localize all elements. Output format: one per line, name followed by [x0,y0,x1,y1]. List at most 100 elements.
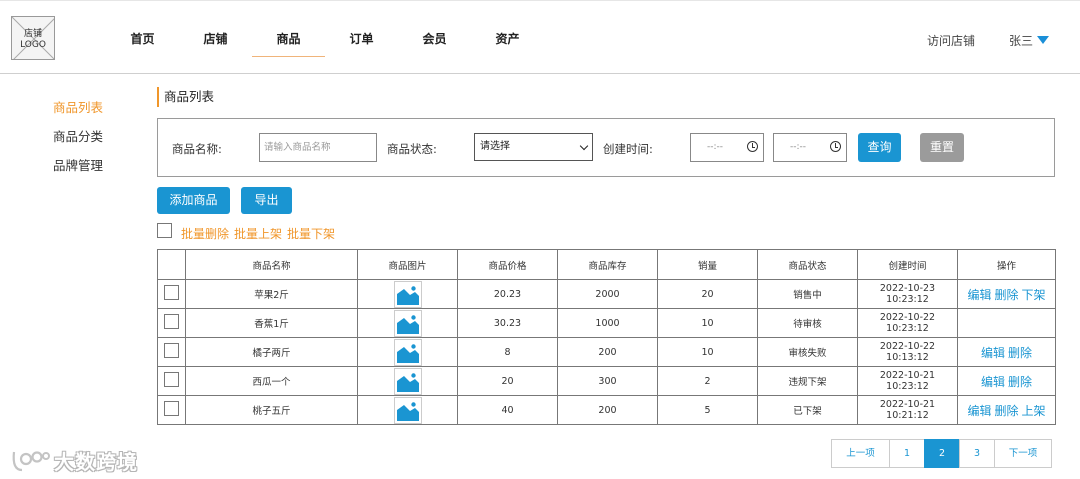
page-button-current[interactable]: 2 [924,439,960,468]
export-button[interactable]: 导出 [241,187,292,214]
sales-cell: 20 [657,279,758,309]
nav-item-home[interactable]: 首页 [106,25,179,57]
image-placeholder-icon [395,369,420,393]
clock-icon[interactable] [830,141,841,152]
row-action-link[interactable]: 删除 [994,288,1018,302]
row-checkbox[interactable] [164,401,179,416]
price-cell: 30.23 [457,308,558,338]
sales-cell: 5 [657,395,758,425]
batch-delete-link[interactable]: 批量删除 [181,225,229,242]
row-action-link[interactable]: 编辑 [967,404,991,418]
product-status-label: 商品状态: [387,142,437,156]
nav-item-products[interactable]: 商品 [252,25,325,57]
main-nav: 首页 店铺 商品 订单 会员 资产 [106,25,544,57]
stock-cell: 2000 [557,279,658,309]
sidebar-item-product-list[interactable]: 商品列表 [53,97,103,126]
filter-panel: 商品名称: 请输入商品名称 商品状态: 请选择 创建时间: --:-- --:-… [157,118,1055,177]
price-cell: 20.23 [457,279,558,309]
logo-text-line2: LOGO [20,40,46,50]
created-time-cell: 2022-10-23 10:23:12 [857,279,958,309]
row-checkbox[interactable] [164,314,179,329]
created-time-label: 创建时间: [603,142,653,156]
query-button[interactable]: 查询 [858,133,901,162]
page-button[interactable]: 3 [959,439,995,468]
product-image-cell [357,279,458,309]
row-checkbox[interactable] [164,372,179,387]
price-cell: 8 [457,337,558,367]
nav-item-members[interactable]: 会员 [398,25,471,57]
store-logo: 店铺 LOGO [11,16,55,60]
table-header-row: 商品名称 商品图片 商品价格 商品库存 销量 商品状态 创建时间 操作 [157,249,1056,280]
created-time-cell: 2022-10-22 10:13:12 [857,337,958,367]
username: 张三 [1009,34,1034,48]
product-name-cell: 桃子五斤 [185,395,358,425]
product-name-cell: 苹果2斤 [185,279,358,309]
add-product-button[interactable]: 添加商品 [157,187,230,214]
nav-item-assets[interactable]: 资产 [471,25,544,57]
product-name-cell: 西瓜一个 [185,366,358,396]
image-placeholder-icon [395,282,420,306]
table-header-select [157,249,186,280]
row-action-link[interactable]: 删除 [1008,346,1032,360]
row-action-link[interactable]: 删除 [1008,375,1032,389]
row-action-link[interactable]: 编辑 [981,346,1005,360]
row-select-cell [157,308,186,338]
row-checkbox[interactable] [164,285,179,300]
product-status-selected: 请选择 [480,141,510,152]
created-time-cell: 2022-10-21 10:23:12 [857,366,958,396]
table-row: 橘子两斤 8 200 10 审核失败 2022-10-22 10:13:12 编辑 删除 [157,337,1056,367]
watermark-text: 大数跨境 [54,450,138,474]
product-thumbnail[interactable] [393,396,422,424]
table-header: 商品图片 [357,249,458,280]
product-thumbnail[interactable] [393,338,422,366]
product-image-cell [357,366,458,396]
product-status-select[interactable]: 请选择 [474,133,593,161]
product-thumbnail[interactable] [393,367,422,395]
product-name-input[interactable]: 请输入商品名称 [259,133,377,162]
actions-cell [957,308,1056,338]
sales-cell: 10 [657,337,758,367]
table-row: 苹果2斤 20.23 2000 20 销售中 2022-10-23 10:23:12 编辑 … [157,279,1056,309]
next-page-button[interactable]: 下一项 [994,439,1052,468]
product-thumbnail[interactable] [393,309,422,337]
status-cell: 销售中 [757,279,858,309]
sidebar: 商品列表 商品分类 品牌管理 [53,97,103,184]
select-all-checkbox[interactable] [157,223,172,238]
chevron-down-icon [579,141,589,151]
table-header: 商品名称 [185,249,358,280]
sidebar-item-product-category[interactable]: 商品分类 [53,126,103,155]
page-title: 商品列表 [157,87,214,107]
table-row: 香蕉1斤 30.23 1000 10 待审核 2022-10-22 10:23:12 [157,308,1056,338]
nav-item-orders[interactable]: 订单 [325,25,398,57]
end-time-input[interactable]: --:-- [773,133,847,162]
product-name-label: 商品名称: [172,142,222,156]
sidebar-item-brand-management[interactable]: 品牌管理 [53,155,103,184]
row-action-link[interactable]: 下架 [1022,288,1046,302]
prev-page-button[interactable]: 上一项 [831,439,890,468]
product-image-cell [357,308,458,338]
row-checkbox[interactable] [164,343,179,358]
actions-cell: 编辑 删除 [957,337,1056,367]
table-header: 商品库存 [557,249,658,280]
product-thumbnail[interactable] [393,280,422,308]
page-button[interactable]: 1 [889,439,925,468]
clock-icon[interactable] [747,141,758,152]
product-image-cell [357,395,458,425]
table-header: 创建时间 [857,249,958,280]
stock-cell: 200 [557,337,658,367]
user-menu[interactable]: 张三 [1009,32,1050,49]
created-time-cell: 2022-10-21 10:21:12 [857,395,958,425]
nav-item-store[interactable]: 店铺 [179,25,252,57]
row-action-link[interactable]: 删除 [994,404,1018,418]
batch-on-shelf-link[interactable]: 批量上架 [234,225,282,242]
batch-off-shelf-link[interactable]: 批量下架 [287,225,335,242]
row-action-link[interactable]: 编辑 [981,375,1005,389]
caret-down-icon[interactable] [1037,36,1050,44]
reset-button[interactable]: 重置 [920,133,964,162]
row-action-link[interactable]: 上架 [1022,404,1046,418]
visit-store-link[interactable]: 访问店铺 [927,32,975,49]
row-action-link[interactable]: 编辑 [967,288,991,302]
status-cell: 违规下架 [757,366,858,396]
image-placeholder-icon [395,398,420,422]
start-time-input[interactable]: --:-- [690,133,764,162]
